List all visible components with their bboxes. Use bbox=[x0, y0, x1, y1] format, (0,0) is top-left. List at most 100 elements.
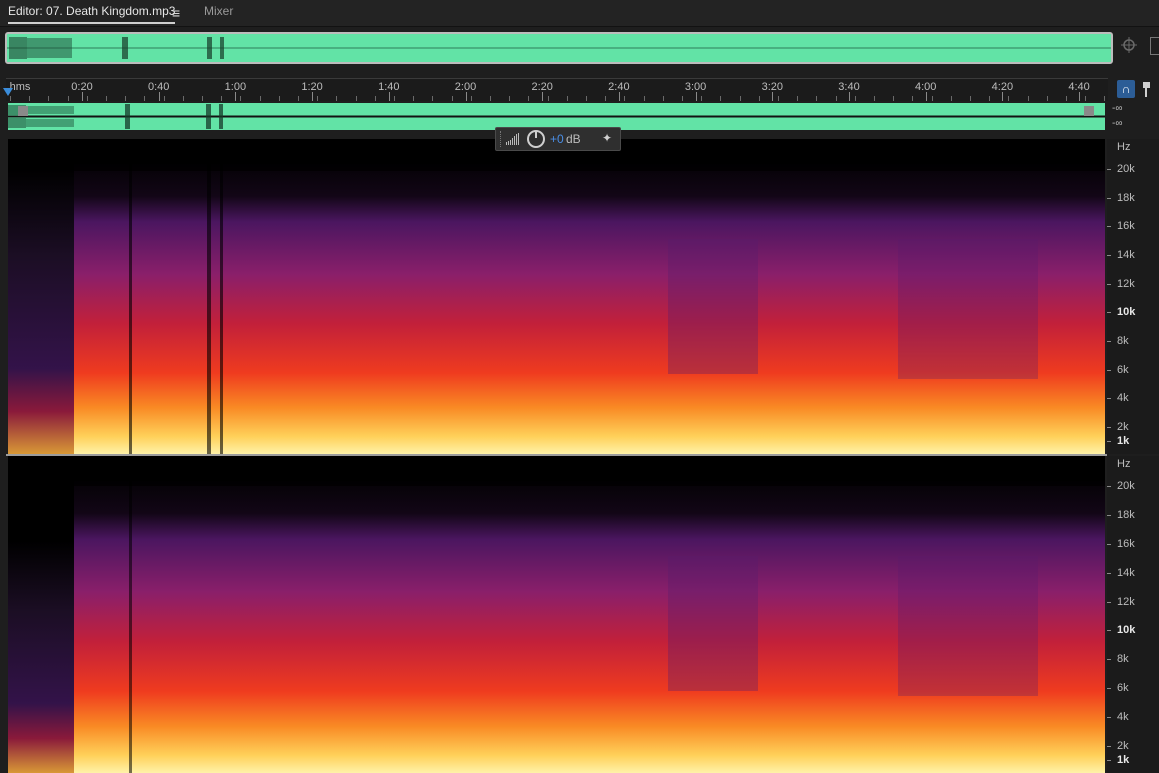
timeline-minor-tick bbox=[739, 96, 741, 101]
timeline-minor-tick bbox=[528, 96, 530, 101]
timeline-major-tick bbox=[772, 92, 774, 101]
freq-tick bbox=[1107, 226, 1111, 228]
timeline-minor-tick bbox=[202, 96, 203, 101]
fade-in-handle[interactable] bbox=[18, 106, 28, 116]
fade-out-handle[interactable] bbox=[1084, 106, 1094, 116]
freq-tick bbox=[1107, 514, 1111, 516]
timeline-minor-tick bbox=[240, 96, 242, 101]
timeline-minor-tick bbox=[874, 96, 875, 101]
freq-label: 10k bbox=[1117, 306, 1136, 319]
freq-tick bbox=[1107, 630, 1111, 632]
freq-tick bbox=[1107, 369, 1111, 371]
freq-tick bbox=[1107, 543, 1111, 545]
tab-editor[interactable]: Editor: 07. Death Kingdom.mp3 bbox=[8, 0, 176, 24]
zoom-icon[interactable] bbox=[1121, 37, 1139, 55]
freq-tick bbox=[1107, 169, 1111, 170]
timeline-major-tick bbox=[618, 92, 620, 101]
freq-label: 8k bbox=[1117, 335, 1129, 347]
level-bottom: -∞ bbox=[1112, 118, 1123, 129]
overview-waveform[interactable] bbox=[5, 32, 1113, 64]
timeline-ruler[interactable]: hms 0:20 0:40 1:00 1:20 1:40 2:00 2:20 2:40 3:00… bbox=[6, 78, 1108, 101]
waveform-editor[interactable] bbox=[8, 103, 1105, 130]
timeline-minor-tick bbox=[758, 96, 760, 101]
timeline-major-tick bbox=[465, 92, 467, 101]
timeline-minor-tick bbox=[893, 96, 895, 101]
timeline-minor-tick bbox=[816, 96, 818, 101]
freq-label: 14k bbox=[1117, 566, 1135, 579]
freq-label: 1k bbox=[1117, 754, 1130, 766]
freq-unit-label: Hz bbox=[1117, 141, 1131, 153]
timeline-major-tick bbox=[849, 92, 850, 101]
freq-tick bbox=[1107, 197, 1111, 199]
timeline-major-tick bbox=[695, 92, 697, 101]
freq-tick bbox=[1107, 255, 1111, 256]
timeline-minor-tick bbox=[854, 96, 856, 101]
timeline-minor-tick bbox=[355, 96, 357, 101]
timeline-minor-tick bbox=[643, 96, 645, 101]
timeline-minor-tick bbox=[701, 96, 703, 101]
level-top: -∞ bbox=[1112, 103, 1123, 114]
freq-tick bbox=[1107, 717, 1111, 719]
timeline-minor-tick bbox=[778, 96, 779, 101]
timeline-major-tick bbox=[82, 92, 83, 101]
knob-icon[interactable] bbox=[527, 130, 545, 148]
freq-label: 4k bbox=[1117, 392, 1129, 405]
freq-label: 6k bbox=[1117, 682, 1129, 695]
timeline-minor-tick bbox=[374, 96, 376, 101]
meter-icon bbox=[506, 132, 520, 145]
freq-label: 8k bbox=[1117, 653, 1129, 666]
timeline-minor-tick bbox=[317, 96, 319, 101]
timeline-minor-tick bbox=[586, 96, 587, 101]
timeline-minor-tick bbox=[336, 96, 338, 101]
panel-icon[interactable] bbox=[1150, 37, 1159, 55]
timeline-major-tick bbox=[158, 92, 160, 101]
spectral-graphic-left bbox=[8, 139, 1105, 454]
tab-mixer[interactable]: Mixer bbox=[204, 0, 233, 26]
timeline-minor-tick bbox=[1046, 96, 1048, 101]
timeline-major-tick bbox=[388, 92, 390, 101]
freq-label: 16k bbox=[1117, 220, 1135, 233]
volume-hud: +0 dB ✦ bbox=[495, 127, 621, 151]
timeline-minor-tick bbox=[86, 96, 88, 101]
marker-icon[interactable] bbox=[1141, 80, 1153, 98]
hud-volume-value[interactable]: +0 bbox=[550, 132, 564, 146]
timeline-minor-tick bbox=[163, 96, 165, 101]
freq-tick bbox=[1107, 341, 1111, 342]
timeline-minor-tick bbox=[29, 96, 31, 101]
timeline-minor-tick bbox=[662, 96, 664, 101]
freq-tick bbox=[1107, 441, 1111, 442]
timeline-minor-tick bbox=[10, 96, 11, 101]
timeline-minor-tick bbox=[490, 96, 491, 101]
timeline-minor-tick bbox=[547, 96, 549, 101]
pin-icon[interactable]: ✦ bbox=[602, 131, 612, 145]
timeline-minor-tick bbox=[451, 96, 453, 101]
timeline-minor-tick bbox=[259, 96, 261, 101]
freq-label: 12k bbox=[1117, 277, 1135, 290]
freq-label: 2k bbox=[1117, 740, 1129, 752]
freq-unit-label: Hz bbox=[1117, 458, 1131, 470]
grip-handle[interactable] bbox=[500, 131, 503, 147]
spectral-display-left[interactable] bbox=[8, 139, 1105, 454]
timeline-minor-tick bbox=[1027, 96, 1029, 101]
timeline-minor-tick bbox=[48, 96, 50, 101]
timeline-minor-tick bbox=[912, 96, 914, 101]
playhead-icon[interactable] bbox=[3, 88, 13, 96]
timeline-major-tick bbox=[1079, 92, 1081, 101]
timeline-minor-tick bbox=[720, 96, 722, 101]
spectral-display-right[interactable] bbox=[8, 456, 1105, 773]
overview-waveform-graphic bbox=[7, 34, 1111, 62]
timeline-minor-tick bbox=[605, 96, 607, 101]
timeline-minor-tick bbox=[1085, 96, 1087, 101]
freq-label: 6k bbox=[1117, 363, 1129, 376]
freq-tick bbox=[1107, 427, 1111, 428]
timeline-minor-tick bbox=[432, 96, 434, 101]
timeline-minor-tick bbox=[1008, 96, 1010, 101]
freq-label: 1k bbox=[1117, 435, 1130, 447]
snap-icon[interactable]: ∩ bbox=[1117, 80, 1135, 98]
timeline-minor-tick bbox=[797, 96, 799, 101]
freq-tick bbox=[1107, 746, 1111, 747]
freq-tick bbox=[1107, 398, 1111, 400]
menu-icon[interactable]: ≡ bbox=[172, 2, 180, 28]
timeline-minor-tick bbox=[278, 96, 280, 101]
freq-tick bbox=[1107, 283, 1111, 285]
